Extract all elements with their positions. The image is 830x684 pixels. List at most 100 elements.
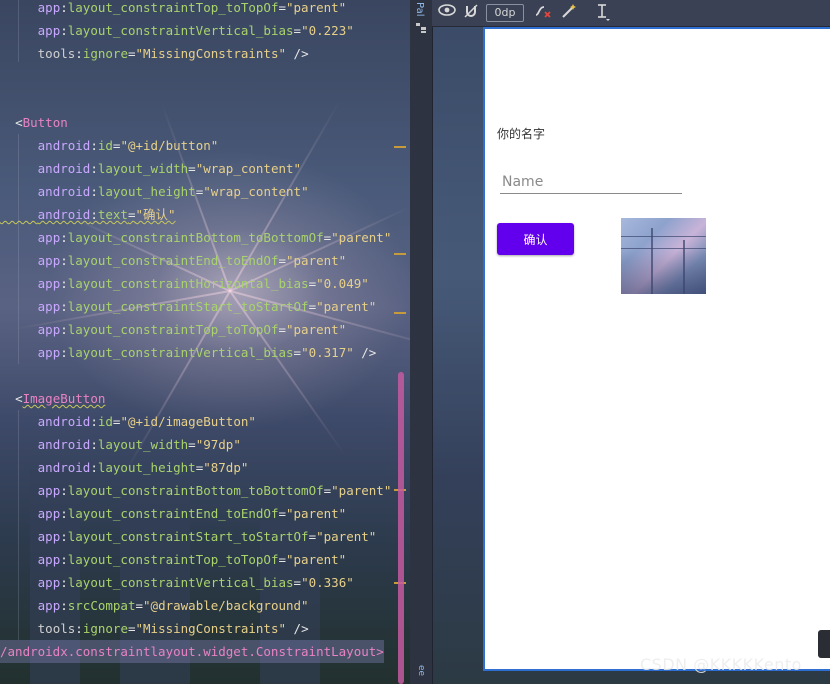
xml-punctuation: : <box>90 161 98 176</box>
xml-attribute: layout_constraintBottom_toBottomOf <box>67 483 324 498</box>
name-label[interactable]: 你的名字 <box>497 125 545 142</box>
design-toolbar: 0dp <box>432 0 830 27</box>
magnet-off-icon[interactable] <box>460 3 482 23</box>
xml-value: "@+id/imageButton" <box>120 414 256 429</box>
confirm-button[interactable]: 确认 <box>497 223 574 255</box>
xml-punctuation: = <box>127 46 136 61</box>
code-line[interactable]: tools:ignore="MissingConstraints" /> <box>0 42 309 65</box>
xml-punctuation: : <box>90 207 98 222</box>
xml-value: "@drawable/background" <box>143 598 309 613</box>
palette-tab[interactable]: Pal <box>414 2 425 17</box>
xml-namespace: android <box>37 414 91 429</box>
code-line[interactable]: <ImageButton <box>0 387 105 410</box>
code-line[interactable]: app:layout_constraintBottom_toBottomOf="… <box>0 479 392 502</box>
code-line[interactable]: android:id="@+id/imageButton" <box>0 410 256 433</box>
image-button[interactable] <box>621 218 706 294</box>
xml-punctuation: = <box>293 575 302 590</box>
xml-value: "0.223" <box>301 23 354 38</box>
name-input[interactable] <box>500 171 682 194</box>
code-line[interactable]: android:layout_width="wrap_content" <box>0 157 301 180</box>
xml-value: "parent" <box>286 506 347 521</box>
code-line-closing-tag[interactable]: /androidx.constraintlayout.widget.Constr… <box>0 640 384 663</box>
xml-attribute: layout_constraintTop_toTopOf <box>67 0 279 15</box>
code-line[interactable]: app:layout_constraintStart_toStartOf="pa… <box>0 295 377 318</box>
xml-code-editor[interactable]: app:layout_constraintTop_toTopOf="parent… <box>0 0 410 684</box>
magic-wand-icon[interactable] <box>558 3 580 23</box>
editor-scrollbar[interactable] <box>398 372 404 684</box>
code-line[interactable]: android:layout_width="97dp" <box>0 433 241 456</box>
xml-punctuation: : <box>60 230 68 245</box>
code-line[interactable]: <Button <box>0 111 68 134</box>
xml-value: "97dp" <box>195 437 241 452</box>
xml-value: "parent" <box>286 322 347 337</box>
xml-punctuation: = <box>293 345 302 360</box>
code-line[interactable]: app:layout_constraintTop_toTopOf="parent… <box>0 318 347 341</box>
xml-attribute: layout_constraintVertical_bias <box>67 345 294 360</box>
code-line[interactable]: android:layout_height="87dp" <box>0 456 249 479</box>
xml-value: "wrap_content" <box>195 161 302 176</box>
xml-punctuation: = <box>278 552 286 567</box>
xml-punctuation: = <box>127 207 136 222</box>
xml-attribute: ignore <box>82 621 128 636</box>
xml-punctuation: : <box>60 299 68 314</box>
xml-namespace: tools <box>37 621 76 636</box>
clear-constraints-icon[interactable] <box>532 3 554 23</box>
xml-punctuation: : <box>60 483 68 498</box>
xml-punctuation: : <box>90 138 98 153</box>
xml-value: "0.317" <box>301 345 354 360</box>
device-preview[interactable]: 你的名字 确认 <box>483 27 830 671</box>
xml-punctuation: : <box>60 0 68 15</box>
xml-value: "parent" <box>286 0 347 15</box>
component-tree-icon[interactable] <box>415 22 427 34</box>
xml-attribute: srcCompat <box>67 598 136 613</box>
code-line[interactable]: app:layout_constraintHorizontal_bias="0.… <box>0 272 369 295</box>
xml-punctuation: : <box>90 184 98 199</box>
tool-window-strip: Pal ee <box>410 0 433 684</box>
image-pole <box>683 240 685 294</box>
xml-punctuation: : <box>60 276 68 291</box>
code-line[interactable]: app:layout_constraintVertical_bias="0.22… <box>0 19 354 42</box>
code-line[interactable]: app:layout_constraintBottom_toBottomOf="… <box>0 226 392 249</box>
code-line[interactable]: app:layout_constraintStart_toStartOf="pa… <box>0 525 377 548</box>
xml-namespace: app <box>37 23 61 38</box>
code-line[interactable]: app:layout_constraintVertical_bias="0.33… <box>0 571 354 594</box>
xml-namespace: app <box>37 506 61 521</box>
code-line[interactable]: android:id="@+id/button" <box>0 134 219 157</box>
xml-namespace: tools <box>37 46 76 61</box>
eye-icon[interactable] <box>436 3 458 23</box>
xml-attribute: layout_constraintStart_toStartOf <box>67 529 309 544</box>
attributes-tab[interactable]: ee <box>416 665 426 676</box>
xml-attribute: layout_constraintTop_toTopOf <box>67 552 279 567</box>
xml-punctuation: : <box>60 253 68 268</box>
xml-punctuation: /> <box>286 621 309 636</box>
xml-punctuation: < <box>15 115 23 130</box>
xml-namespace: app <box>37 552 61 567</box>
xml-namespace: app <box>37 483 61 498</box>
layout-design-pane[interactable]: Pal ee 0dp 你的名字 确认 <box>410 0 830 684</box>
code-line[interactable]: tools:ignore="MissingConstraints" /> <box>0 617 309 640</box>
xml-punctuation: = <box>278 253 286 268</box>
code-line[interactable]: app:layout_constraintVertical_bias="0.31… <box>0 341 377 364</box>
code-line[interactable]: app:srcCompat="@drawable/background" <box>0 594 309 617</box>
watermark: CSDN @KKKKKento <box>640 655 802 674</box>
code-line[interactable]: app:layout_constraintEnd_toEndOf="parent… <box>0 502 347 525</box>
xml-namespace: android <box>37 161 91 176</box>
collapse-side-handle[interactable] <box>818 630 830 658</box>
xml-punctuation: = <box>278 322 286 337</box>
xml-closing-tag: /androidx.constraintlayout.widget.Constr… <box>0 644 384 659</box>
code-line[interactable]: app:layout_constraintTop_toTopOf="parent… <box>0 548 347 571</box>
guidelines-icon[interactable] <box>592 3 614 23</box>
xml-punctuation: : <box>90 437 98 452</box>
xml-value: "0.049" <box>316 276 369 291</box>
xml-attribute: layout_constraintTop_toTopOf <box>67 322 279 337</box>
warning-marker[interactable] <box>394 146 406 148</box>
xml-punctuation: = <box>278 0 286 15</box>
code-line-warning[interactable]: android:text="确认" <box>0 203 176 226</box>
warning-marker[interactable] <box>394 312 406 314</box>
code-line[interactable]: app:layout_constraintTop_toTopOf="parent… <box>0 0 347 19</box>
warning-marker[interactable] <box>394 253 406 255</box>
default-margin-dropdown[interactable]: 0dp <box>486 4 524 22</box>
xml-value: "parent" <box>316 299 377 314</box>
code-line[interactable]: app:layout_constraintEnd_toEndOf="parent… <box>0 249 347 272</box>
code-line[interactable]: android:layout_height="wrap_content" <box>0 180 309 203</box>
